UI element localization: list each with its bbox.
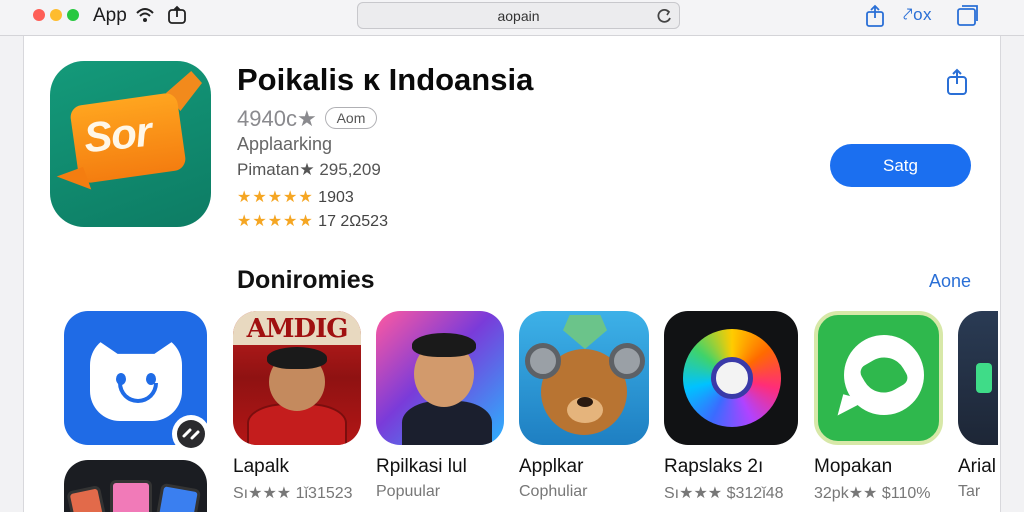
star-rating: ★★★★★ — [237, 213, 314, 230]
stars-row-text: 1903 — [313, 189, 354, 206]
person-hair — [267, 347, 327, 369]
app-logo: Sor — [81, 107, 154, 162]
toolbar: App aopain ⤤ox — [0, 0, 1024, 36]
phone-icon — [154, 482, 202, 512]
toolbar-ox-label: ox — [913, 5, 933, 24]
app-tile-icon[interactable] — [814, 311, 943, 445]
window-frame-right — [1000, 0, 1024, 512]
app-menu[interactable]: App — [93, 5, 127, 27]
smiley-cat-icon — [90, 335, 182, 421]
toolbar-share-icon[interactable] — [864, 4, 886, 28]
app-tile-icon[interactable] — [376, 311, 504, 445]
share-icon[interactable] — [167, 5, 187, 25]
zoom-window-button[interactable] — [67, 9, 79, 21]
phone-icon — [66, 484, 108, 512]
ring-center — [711, 357, 753, 399]
goggle — [525, 343, 561, 379]
banner-text: AMDIG — [233, 311, 361, 345]
toolbar-ox-button[interactable]: ⤤ox — [903, 5, 932, 25]
minimize-window-button[interactable] — [50, 9, 62, 21]
app-tile-subtitle: 32pk★★ $110% — [814, 485, 931, 502]
age-badge: Aom — [325, 107, 377, 129]
app-tile-name[interactable]: Lapalk — [233, 456, 289, 478]
tools-icon: ⤤ — [903, 5, 914, 24]
gem-icon — [563, 315, 607, 349]
ratings-count: Pimatan★ 295,209 — [237, 160, 381, 179]
stars-row: ★★★★★ 17 2Ω523 — [237, 211, 388, 231]
app-tile-name[interactable]: Rapslaks 2ı — [664, 456, 763, 478]
app-tile-name[interactable]: Rpilkasi lul — [376, 456, 467, 478]
bear-nose — [577, 397, 593, 407]
app-title: Poikalis ĸ Indoansia — [237, 62, 534, 97]
stars-row-text: 17 2Ω523 — [313, 213, 388, 230]
get-button[interactable]: Satg — [830, 144, 971, 187]
app-tile-icon[interactable] — [64, 460, 207, 512]
see-all-link[interactable]: Aone — [929, 271, 971, 292]
app-tile-subtitle: Tar — [958, 483, 981, 500]
person-hair — [412, 333, 476, 357]
star-rating: ★★★★★ — [237, 189, 314, 206]
link-badge-icon — [172, 415, 210, 453]
app-tile-icon[interactable] — [519, 311, 649, 445]
share-icon[interactable] — [944, 68, 970, 96]
app-tile-subtitle: Sı★★★ $312ǐ48 — [664, 485, 784, 502]
app-tile-icon[interactable] — [958, 311, 998, 445]
app-tile-icon[interactable] — [664, 311, 798, 445]
chat-bubble-tail — [837, 394, 867, 422]
tabs-icon[interactable] — [956, 4, 980, 28]
app-category[interactable]: Applaarking — [237, 134, 332, 155]
close-window-button[interactable] — [33, 9, 45, 21]
phone-icon — [110, 480, 152, 512]
stars-row: ★★★★★ 1903 — [237, 187, 354, 207]
address-text: aopain — [497, 8, 540, 24]
app-tile-name[interactable]: Mopakan — [814, 456, 892, 478]
goggle — [609, 343, 645, 379]
wifi-icon — [136, 8, 154, 22]
tile-glyph — [976, 363, 992, 393]
app-tile-name[interactable]: Arial — [958, 456, 996, 478]
app-icon: Sor — [50, 61, 211, 227]
app-tile-name[interactable]: Applkar — [519, 456, 583, 478]
section-title: Doniromies — [237, 266, 375, 294]
address-bar[interactable]: aopain — [357, 2, 680, 29]
person-body — [402, 401, 492, 445]
window-frame-left — [0, 0, 24, 512]
app-tile-subtitle: Sı★★★ 1ǐ31523 — [233, 485, 353, 502]
reload-icon[interactable] — [655, 7, 673, 25]
rating-value: 4940c★ — [237, 106, 317, 131]
app-tile-subtitle: Popuular — [376, 483, 441, 500]
app-tile-icon[interactable]: AMDIG — [233, 311, 361, 445]
app-tile-subtitle: Cophuliar — [519, 483, 588, 500]
